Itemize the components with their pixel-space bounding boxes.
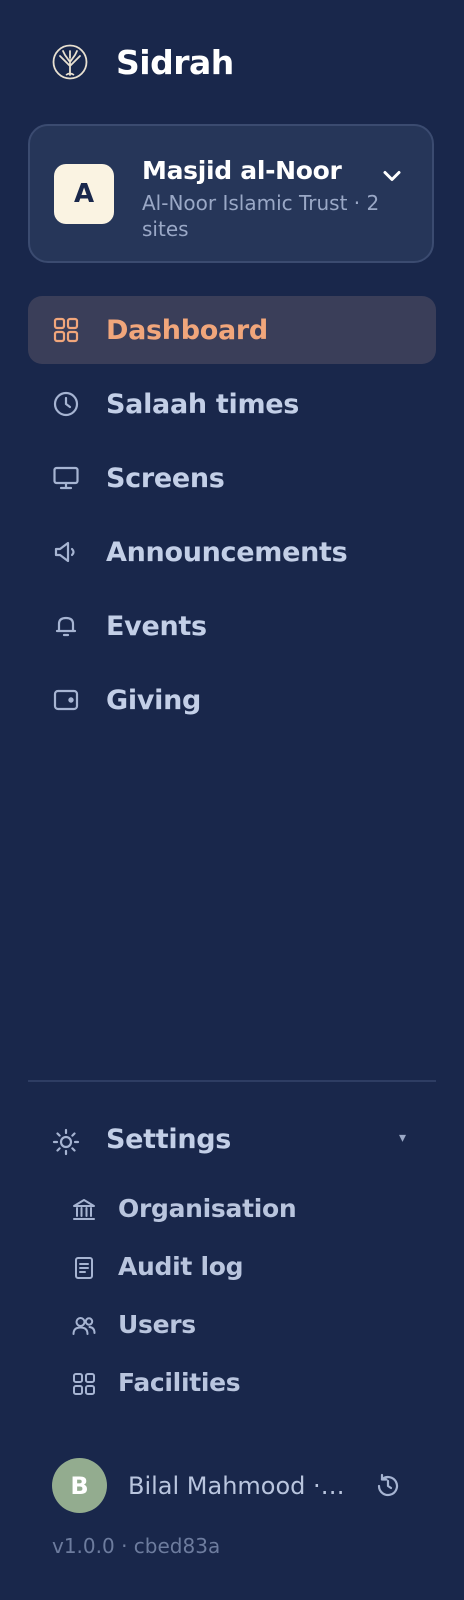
main-nav: Dashboard Salaah times Screens Announcem…	[28, 296, 436, 740]
megaphone-icon	[52, 538, 80, 566]
caret-down-icon: ▾	[398, 1130, 406, 1146]
nav-label: Events	[106, 610, 207, 642]
version-label: v1.0.0 · cbed83a	[52, 1534, 221, 1558]
settings-toggle[interactable]: Settings ▾	[28, 1108, 436, 1176]
nav-item-announcements[interactable]: Announcements	[28, 518, 436, 586]
nav-label: Announcements	[106, 536, 348, 568]
nav-item-events[interactable]: Events	[28, 592, 436, 660]
settings-label: Settings	[106, 1124, 232, 1155]
clock-icon	[52, 390, 80, 418]
brand: Sidrah	[52, 42, 234, 82]
nav-label: Dashboard	[106, 314, 268, 346]
org-name: Masjid al-Noor	[142, 156, 342, 185]
brand-name: Sidrah	[116, 42, 234, 82]
monitor-icon	[52, 464, 80, 492]
chevron-down-icon[interactable]	[380, 164, 404, 188]
org-switcher[interactable]: A Masjid al-Noor Al-Noor Islamic Trust ·…	[28, 124, 434, 263]
nav-item-salaah-times[interactable]: Salaah times	[28, 370, 436, 438]
nav-label: Screens	[106, 462, 225, 494]
document-icon	[70, 1254, 98, 1282]
user-row: B Bilal Mahmood · admin	[52, 1458, 412, 1514]
sun-icon	[52, 1128, 80, 1156]
wallet-icon	[52, 686, 80, 714]
grid-icon	[52, 316, 80, 344]
building-icon	[70, 1196, 98, 1224]
settings-item-organisation[interactable]: Organisation	[60, 1184, 420, 1236]
refresh-icon[interactable]	[374, 1472, 402, 1500]
users-icon	[70, 1312, 98, 1340]
org-avatar: A	[54, 164, 114, 224]
settings-item-facilities[interactable]: Facilities	[60, 1358, 420, 1410]
settings-item-audit-log[interactable]: Audit log	[60, 1242, 420, 1294]
tree-logo-icon	[52, 44, 88, 80]
settings-item-users[interactable]: Users	[60, 1300, 420, 1352]
avatar[interactable]: B	[52, 1458, 107, 1513]
grid-icon	[70, 1370, 98, 1398]
settings-item-label: Facilities	[118, 1368, 241, 1397]
nav-label: Salaah times	[106, 388, 300, 420]
settings-item-label: Organisation	[118, 1194, 297, 1223]
org-subtitle: Al-Noor Islamic Trust · 2 sites	[142, 191, 380, 241]
nav-item-dashboard[interactable]: Dashboard	[28, 296, 436, 364]
nav-label: Giving	[106, 684, 202, 716]
bell-icon	[52, 612, 80, 640]
nav-item-giving[interactable]: Giving	[28, 666, 436, 734]
settings-item-label: Users	[118, 1310, 196, 1339]
sidebar-divider	[28, 1080, 436, 1082]
settings-item-label: Audit log	[118, 1252, 244, 1281]
nav-item-screens[interactable]: Screens	[28, 444, 436, 512]
user-name[interactable]: Bilal Mahmood · admin	[128, 1472, 350, 1500]
